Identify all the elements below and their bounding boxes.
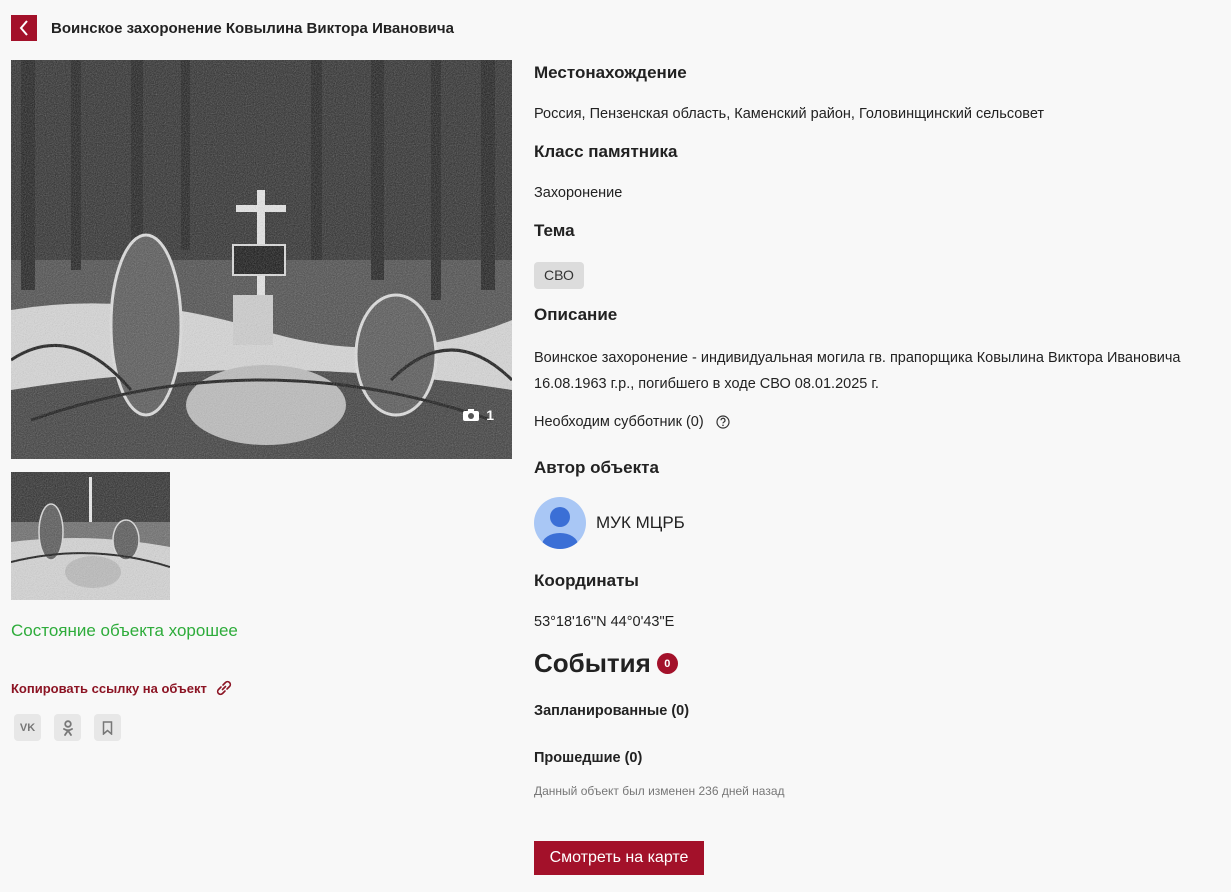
theme-tag[interactable]: СВО bbox=[534, 262, 584, 289]
class-value: Захоронение bbox=[534, 185, 623, 201]
view-on-map-button[interactable]: Смотреть на карте bbox=[534, 841, 704, 875]
header: Воинское захоронение Ковылина Виктора Ив… bbox=[11, 15, 454, 41]
user-icon bbox=[542, 507, 578, 549]
author-name[interactable]: МУК МЦРБ bbox=[596, 513, 685, 533]
camera-icon bbox=[463, 409, 480, 421]
copy-link-button[interactable]: Копировать ссылку на объект bbox=[11, 679, 233, 697]
theme-heading: Тема bbox=[534, 221, 575, 240]
chevron-left-icon bbox=[19, 20, 28, 36]
coordinates-heading: Координаты bbox=[534, 571, 639, 590]
class-heading: Класс памятника bbox=[534, 142, 678, 161]
back-button[interactable] bbox=[11, 15, 37, 41]
ok-share-button[interactable] bbox=[54, 714, 81, 741]
location-heading: Местонахождение bbox=[534, 63, 687, 82]
photo-count: 1 bbox=[486, 407, 494, 423]
share-buttons: VK bbox=[14, 714, 121, 741]
subbotnik-label: Необходим субботник (0) bbox=[534, 414, 704, 430]
location-value: Россия, Пензенская область, Каменский ра… bbox=[534, 106, 1045, 122]
subbotnik-row: Необходим субботник (0) bbox=[534, 409, 730, 435]
left-column: 1 Состояние объекта хорошее Копировать с… bbox=[11, 60, 512, 741]
object-status: Состояние объекта хорошее bbox=[11, 621, 238, 640]
bookmark-icon bbox=[102, 720, 113, 735]
vk-share-button[interactable]: VK bbox=[14, 714, 41, 741]
author-heading: Автор объекта bbox=[534, 458, 659, 477]
description-line-2: 16.08.1963 г.р., погибшего в ходе СВО 08… bbox=[534, 376, 879, 392]
grave-photo-image bbox=[11, 60, 512, 459]
coordinates-value: 53°18'16"N 44°0'43"E bbox=[534, 614, 675, 630]
link-icon bbox=[216, 680, 231, 696]
planned-events-link[interactable]: Запланированные (0) bbox=[534, 703, 689, 719]
main-photo[interactable]: 1 bbox=[11, 60, 512, 459]
events-section-title: События 0 bbox=[534, 648, 678, 679]
avatar[interactable] bbox=[534, 497, 586, 549]
events-count-badge: 0 bbox=[656, 653, 678, 674]
photo-counter: 1 bbox=[462, 407, 494, 423]
odnoklassniki-icon bbox=[62, 719, 73, 736]
page-title: Воинское захоронение Ковылина Виктора Ив… bbox=[51, 19, 454, 37]
events-title: События bbox=[534, 648, 651, 678]
vk-icon: VK bbox=[19, 721, 36, 734]
description-heading: Описание bbox=[534, 305, 618, 324]
photo-thumbnail[interactable] bbox=[11, 472, 170, 600]
description-line-1: Воинское захоронение - индивидуальная мо… bbox=[534, 350, 1181, 366]
thumbnail-image bbox=[11, 472, 170, 600]
modified-note: Данный объект был изменен 236 дней назад bbox=[534, 784, 785, 798]
bookmark-button[interactable] bbox=[94, 714, 121, 741]
copy-link-label: Копировать ссылку на объект bbox=[11, 680, 207, 696]
past-events-link[interactable]: Прошедшие (0) bbox=[534, 750, 642, 766]
help-icon[interactable] bbox=[716, 415, 730, 429]
